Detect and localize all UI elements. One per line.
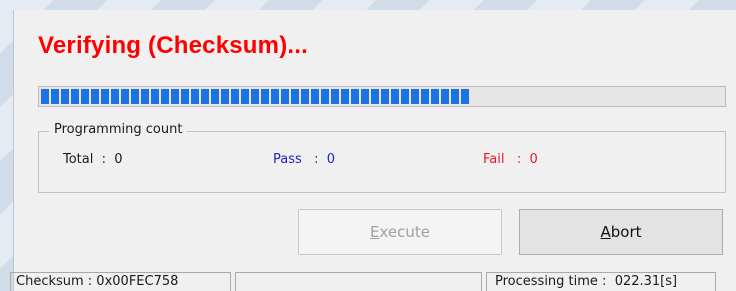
- dialog-title: Verifying (Checksum)...: [38, 32, 309, 59]
- execute-button[interactable]: Execute: [298, 209, 502, 255]
- fail-count: Fail : 0: [483, 152, 538, 167]
- progress-bar-fill: [41, 89, 471, 104]
- checksum-status: Checksum : 0x00FEC758: [10, 272, 231, 291]
- status-middle: [235, 272, 482, 291]
- total-count: Total : 0: [63, 152, 123, 167]
- programming-count-label: Programming count: [49, 122, 188, 137]
- processing-time-status: Processing time : 022.31[s]: [486, 272, 716, 291]
- abort-button[interactable]: Abort: [519, 209, 723, 255]
- pass-count: Pass : 0: [273, 152, 336, 167]
- abort-mnemonic: A: [600, 223, 611, 241]
- verify-dialog: Verifying (Checksum)... Programming coun…: [10, 10, 736, 291]
- execute-mnemonic: E: [370, 223, 380, 241]
- programming-count-group: Programming count Total : 0 Pass : 0 Fai…: [38, 122, 726, 193]
- status-bar: Checksum : 0x00FEC758 Processing time : …: [10, 270, 736, 291]
- execute-label-rest: xecute: [379, 223, 430, 241]
- abort-label-rest: bort: [610, 223, 642, 241]
- progress-bar: [38, 86, 726, 107]
